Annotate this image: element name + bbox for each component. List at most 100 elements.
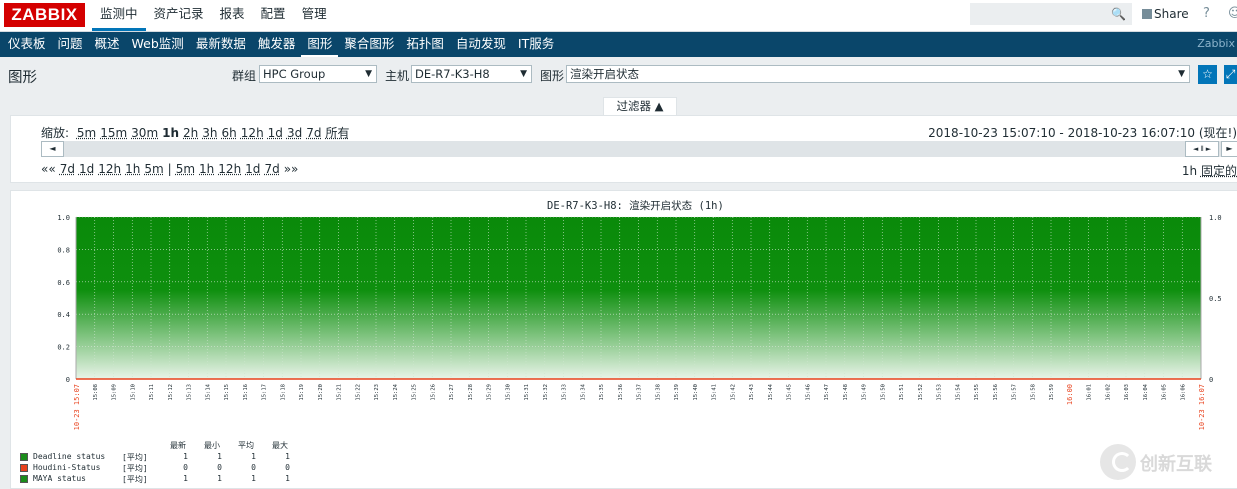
sub-menu-item[interactable]: 拓扑图 <box>400 32 450 57</box>
zoom-option: 1h <box>162 126 180 140</box>
sub-menu-item[interactable]: Web监测 <box>126 32 190 57</box>
zoom-option[interactable]: 1d <box>268 126 283 140</box>
legend-value-max: 0 <box>285 463 290 472</box>
zoom-option[interactable]: 3d <box>287 126 302 140</box>
zoom-option[interactable]: 3h <box>202 126 217 140</box>
nav-step-link[interactable]: 12h <box>218 162 241 176</box>
x-tick-label: 15:27 <box>449 384 455 401</box>
x-tick-label: 15:41 <box>712 384 718 401</box>
zoom-option[interactable]: 30m <box>131 126 158 140</box>
x-tick-label: 15:42 <box>730 384 736 401</box>
x-tick-label: 15:35 <box>599 384 605 401</box>
fixed-toggle[interactable]: 固定的 <box>1201 164 1237 178</box>
scroll-right-button[interactable]: ► <box>1221 141 1237 157</box>
sub-menu-item[interactable]: 触发器 <box>252 32 302 57</box>
sub-menu-item[interactable]: 自动发现 <box>450 32 512 57</box>
zoom-option[interactable]: 7d <box>306 126 321 140</box>
top-bar: ZABBIX 监测中 资产记录 报表 配置 管理 🔍 Share ? ☺ <box>0 0 1237 32</box>
help-button[interactable]: ? <box>1203 6 1210 21</box>
sub-menu: 仪表板 问题 概述 Web监测 最新数据 触发器 图形 聚合图形 拓扑图 自动发现 IT服务 <box>0 32 1237 57</box>
top-menu-item[interactable]: 配置 <box>253 0 294 31</box>
share-button[interactable]: Share <box>1142 7 1189 21</box>
zoom-option[interactable]: 15m <box>100 126 127 140</box>
watermark-icon <box>1100 444 1136 480</box>
x-tick-label: 15:38 <box>655 384 661 401</box>
zoom-option[interactable]: 2h <box>183 126 198 140</box>
nav-step-link[interactable]: 1h <box>125 162 140 176</box>
y-tick-label-left: 0.4 <box>57 311 70 319</box>
sub-menu-item[interactable]: 图形 <box>301 32 339 57</box>
nav-step-link[interactable]: 7d <box>60 162 75 176</box>
legend-function: [平均] <box>122 464 148 473</box>
nav-separator[interactable]: »» <box>284 162 299 176</box>
user-icon[interactable]: ☺ <box>1228 6 1237 21</box>
x-tick-label: 15:52 <box>918 384 924 401</box>
top-menu-item[interactable]: 报表 <box>212 0 253 31</box>
top-menu-item[interactable]: 管理 <box>294 0 335 31</box>
star-icon: ☆ <box>1202 67 1213 81</box>
x-tick-label: 15:15 <box>224 384 230 401</box>
nav-step-link[interactable]: 1d <box>245 162 260 176</box>
share-icon <box>1142 9 1152 19</box>
x-tick-label: 15:55 <box>974 384 980 401</box>
zoom-option[interactable]: 6h <box>222 126 237 140</box>
search-input[interactable]: 🔍 <box>970 3 1132 25</box>
x-tick-label: 15:48 <box>843 384 849 401</box>
period-text: 2018-10-23 15:07:10 - 2018-10-23 16:07:1… <box>928 126 1237 140</box>
legend-series-name: Deadline status <box>33 452 106 461</box>
nav-step-link[interactable]: 7d <box>264 162 279 176</box>
nav-separator[interactable]: «« <box>41 162 56 176</box>
time-scrollbar[interactable]: ◄ ◄ ⦀ ► ► <box>41 141 1237 157</box>
title-bar: 图形 群组 HPC Group ▼ 主机 DE-R7-K3-H8 ▼ 图形 渲染开启… <box>0 58 1237 92</box>
x-tick-label: 15:17 <box>262 384 268 401</box>
sub-menu-item[interactable]: 问题 <box>52 32 89 57</box>
x-tick-label: 15:36 <box>618 384 624 401</box>
x-tick-label: 15:28 <box>468 384 474 401</box>
graph-select[interactable]: 渲染开启状态 ▼ <box>566 65 1190 83</box>
nav-step-link[interactable]: 5m <box>176 162 195 176</box>
top-menu-item[interactable]: 资产记录 <box>146 0 212 31</box>
sub-menu-item[interactable]: 概述 <box>89 32 126 57</box>
scroll-left-button[interactable]: ◄ <box>41 141 64 157</box>
fullscreen-button[interactable]: ⤢ <box>1224 65 1237 84</box>
scroll-handle[interactable]: ◄ ⦀ ► <box>1185 141 1219 157</box>
legend-series-name: MAYA status <box>33 474 86 483</box>
filter-toggle-tab[interactable]: 过滤器 ▲ <box>603 97 677 115</box>
graph-label: 图形 <box>540 69 565 83</box>
x-tick-label: 16:00 <box>1066 384 1074 405</box>
nav-step-link[interactable]: 1d <box>79 162 94 176</box>
x-tick-label: 15:29 <box>487 384 493 401</box>
y-tick-label-left: 0.2 <box>57 344 70 352</box>
top-menu-item[interactable]: 监测中 <box>92 0 146 31</box>
favorite-star-button[interactable]: ☆ <box>1198 65 1217 84</box>
legend-series-name: Houdini-Status <box>33 463 101 472</box>
sub-menu-item[interactable]: 仪表板 <box>2 32 52 57</box>
x-tick-label: 15:57 <box>1012 384 1018 401</box>
zabbix-logo[interactable]: ZABBIX <box>4 3 85 27</box>
x-tick-label: 16:04 <box>1143 383 1149 400</box>
zoom-option[interactable]: 12h <box>241 126 264 140</box>
x-tick-label: 15:24 <box>393 383 399 400</box>
graph-value: 渲染开启状态 <box>570 67 639 81</box>
group-value: HPC Group <box>263 67 326 81</box>
zoom-option[interactable]: 5m <box>77 126 96 140</box>
nav-step-link[interactable]: 12h <box>98 162 121 176</box>
x-tick-label: 15:14 <box>205 383 211 400</box>
sub-menu-item[interactable]: IT服务 <box>512 32 560 57</box>
period-nav-row: «« 7d 1d 12h 1h 5m | 5m 1h 12h 1d 7d »» <box>41 162 302 176</box>
sub-menu-item[interactable]: 最新数据 <box>190 32 252 57</box>
host-select[interactable]: DE-R7-K3-H8 ▼ <box>411 65 532 83</box>
x-tick-label: 15:32 <box>543 384 549 401</box>
zoom-option[interactable]: 所有 <box>325 126 349 140</box>
search-icon[interactable]: 🔍 <box>1111 7 1126 21</box>
nav-step-link[interactable]: 5m <box>144 162 163 176</box>
x-tick-label: 15:50 <box>880 384 886 401</box>
nav-step-link[interactable]: 1h <box>199 162 214 176</box>
legend-header: 最新 <box>170 441 186 450</box>
x-tick-label: 15:11 <box>149 384 155 401</box>
x-tick-label: 15:16 <box>243 384 249 401</box>
group-select[interactable]: HPC Group ▼ <box>259 65 377 83</box>
x-tick-label-start: 10-23 15:07 <box>73 384 81 430</box>
sub-menu-item[interactable]: 聚合图形 <box>338 32 400 57</box>
page-title: 图形 <box>8 70 37 86</box>
